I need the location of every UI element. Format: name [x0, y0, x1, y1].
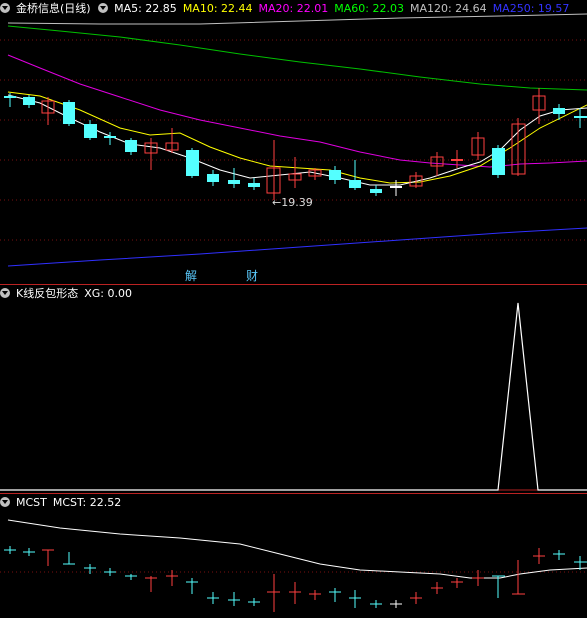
candle-down [329, 166, 341, 184]
candle-down [574, 108, 587, 128]
candle-down [4, 93, 16, 107]
price-panel-header: 金桥信息(日线) MA5: 22.85 MA10: 22.44 MA20: 22.0… [0, 0, 575, 18]
collapse-toggle-icon[interactable] [0, 3, 10, 13]
candle-up [266, 140, 281, 200]
indicator-value: XG: 0.00 [84, 287, 132, 300]
candle-down [23, 95, 35, 108]
ma10-label: MA10: 22.44 [182, 2, 253, 15]
candle-up [41, 97, 55, 125]
indicator-name: K线反包形态 [16, 287, 79, 300]
indicator-toggle-icon[interactable] [0, 288, 10, 298]
ma250-label: MA250: 19.57 [492, 2, 570, 15]
candle-down [370, 185, 382, 196]
candles [4, 88, 587, 200]
mcst-chart [0, 519, 587, 612]
stock-name: 金桥信息 [16, 2, 60, 15]
ma250-line [7, 227, 587, 267]
price-chart [0, 13, 587, 267]
indicator-menu-icon[interactable] [98, 3, 109, 13]
candle-down [228, 168, 240, 188]
candle-down [125, 138, 137, 155]
candle-up [288, 157, 302, 188]
candle-down [248, 178, 260, 190]
mcst-value: MCST: 22.52 [52, 496, 122, 509]
mcst-ticks [4, 546, 587, 612]
candle-up [511, 118, 526, 176]
candle-down [553, 104, 565, 120]
candle-up [532, 88, 546, 124]
candle-up [144, 138, 158, 170]
event-marker-cai[interactable]: 财 [246, 267, 258, 284]
indicator-panel[interactable]: K线反包形态 XG: 0.00 [0, 285, 587, 492]
ma60-label: MA60: 22.03 [334, 2, 404, 15]
mcst-panel[interactable]: MCST MCST: 22.52 [0, 494, 587, 618]
candle-down [63, 100, 75, 126]
grid-lines [0, 39, 587, 241]
chart-period: (日线) [60, 2, 91, 15]
ma20-label: MA20: 22.01 [258, 2, 329, 15]
low-price-label: ←19.39 [272, 196, 313, 209]
ma5-label: MA5: 22.85 [114, 2, 177, 15]
candle-down [492, 145, 505, 178]
indicator-header: K线反包形态 XG: 0.00 [0, 285, 138, 303]
mcst-toggle-icon[interactable] [0, 497, 10, 507]
candle-down [207, 170, 219, 186]
event-marker-jie[interactable]: 解 [185, 267, 197, 284]
indicator-chart [0, 302, 587, 491]
mcst-line [7, 519, 587, 579]
candle-down [349, 160, 361, 190]
price-panel[interactable]: 金桥信息(日线) MA5: 22.85 MA10: 22.44 MA20: 22.0… [0, 0, 587, 284]
candle-down [186, 148, 199, 178]
mcst-header: MCST MCST: 22.52 [0, 494, 127, 512]
xg-line [0, 302, 587, 491]
candle-down [84, 120, 97, 140]
candle-up [165, 128, 179, 153]
candle-up [471, 132, 485, 160]
ma120-label: MA120: 24.64 [409, 2, 487, 15]
mcst-name: MCST [16, 496, 47, 509]
